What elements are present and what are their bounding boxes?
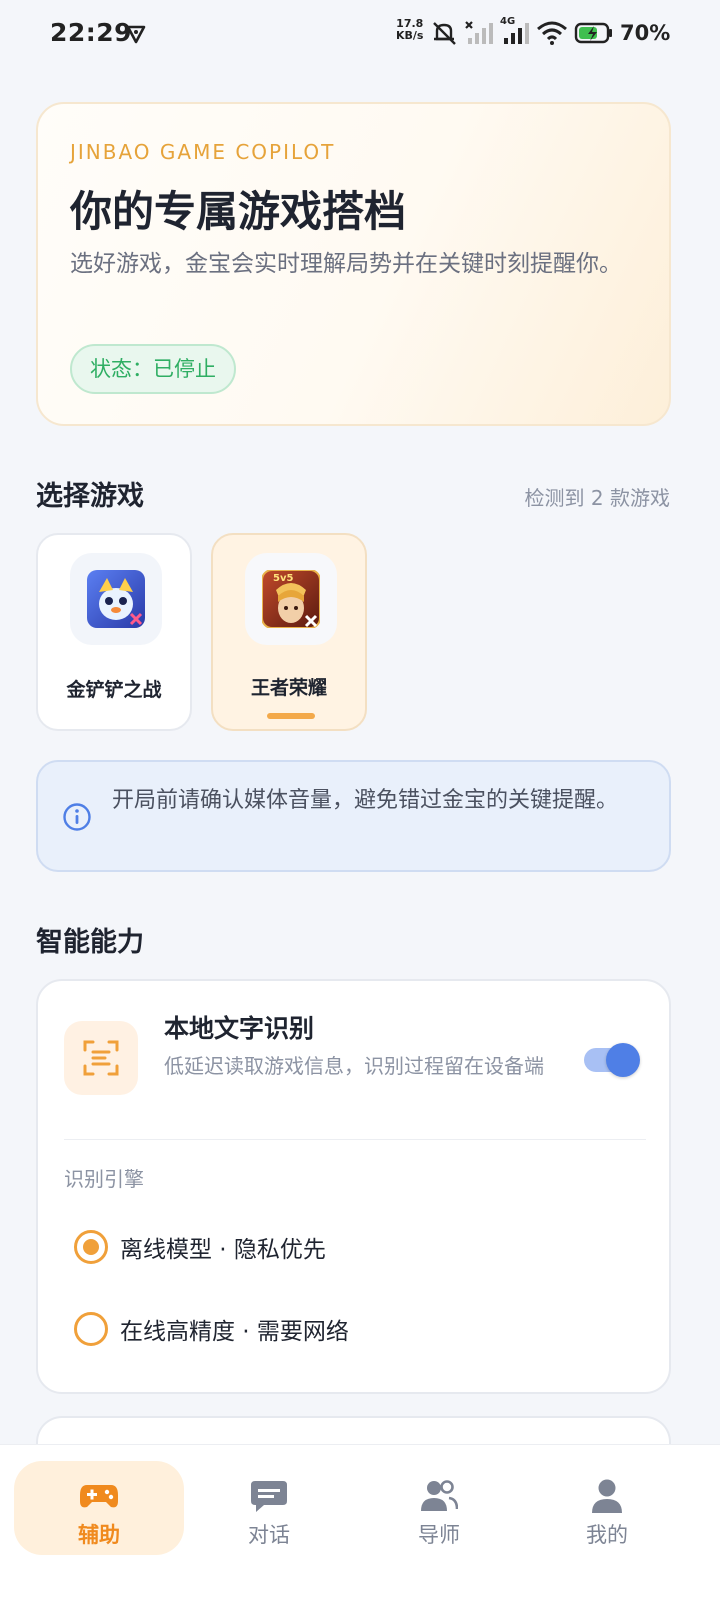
signal-1-icon (464, 20, 494, 50)
gamepad-icon (14, 1477, 184, 1515)
status-bar: 22:29 17.8 KB/s 4G 70% (0, 0, 720, 70)
game-label: 王者荣耀 (250, 677, 327, 699)
hero-eyebrow: JINBAO GAME COPILOT (70, 140, 336, 164)
status-time: 22:29 (50, 18, 133, 47)
nav-label: 导师 (418, 1523, 460, 1547)
net-speed: 17.8 KB/s (396, 17, 424, 42)
radio-unchecked-icon (74, 1312, 108, 1346)
mentor-icon (354, 1477, 524, 1515)
engine-label: 识别引擎 (64, 1167, 144, 1191)
ocr-description: 低延迟读取游戏信息，识别过程留在设备端 (164, 1054, 544, 1078)
game-card-wangzhe[interactable]: 5v5 王者荣耀 (211, 533, 367, 731)
volume-notice: 开局前请确认媒体音量，避免错过金宝的关键提醒。 (36, 760, 671, 872)
info-icon (62, 802, 92, 836)
engine-option-label: 在线高精度 · 需要网络 (120, 1319, 349, 1345)
selected-indicator (267, 713, 315, 719)
hero-title: 你的专属游戏搭档 (70, 187, 407, 236)
nav-tab-mentor[interactable]: 导师 (354, 1461, 524, 1555)
notice-text: 开局前请确认媒体音量，避免错过金宝的关键提醒。 (112, 788, 619, 813)
hero-card: JINBAO GAME COPILOT 你的专属游戏搭档 选好游戏，金宝会实时理… (36, 102, 671, 426)
nav-label: 对话 (248, 1523, 290, 1547)
capabilities-section-title: 智能能力 (36, 927, 144, 958)
nav-tab-profile[interactable]: 我的 (522, 1461, 692, 1555)
radio-checked-icon (74, 1230, 108, 1264)
mute-bell-icon (430, 20, 458, 50)
engine-option-offline[interactable]: 离线模型 · 隐私优先 (74, 1227, 326, 1267)
wifi-icon (536, 20, 568, 50)
app-screen: 22:29 17.8 KB/s 4G 70% JINBAO GAME COPIL… (0, 0, 720, 1600)
battery-icon (574, 21, 614, 49)
divider (64, 1139, 646, 1140)
game-card-jinchanchan[interactable]: 金铲铲之战 (36, 533, 192, 731)
game-icon-jinchanchan (70, 553, 162, 645)
game-icon-wangzhe: 5v5 (245, 553, 337, 645)
text-scan-icon (64, 1021, 138, 1095)
status-badge: 状态：已停止 (70, 344, 236, 394)
nav-label: 我的 (586, 1523, 628, 1547)
vpn-icon (126, 24, 146, 48)
nav-label: 辅助 (78, 1523, 120, 1547)
status-icons: 4G (430, 16, 614, 50)
ocr-title: 本地文字识别 (164, 1014, 315, 1043)
ocr-capability-card: 本地文字识别 低延迟读取游戏信息，识别过程留在设备端 识别引擎 离线模型 · 隐… (36, 979, 671, 1394)
chat-icon (184, 1477, 354, 1515)
engine-option-online[interactable]: 在线高精度 · 需要网络 (74, 1309, 349, 1349)
bottom-nav: 辅助 对话 导师 我的 (0, 1444, 720, 1600)
game-label: 金铲铲之战 (66, 679, 162, 701)
games-section-title: 选择游戏 (36, 481, 144, 512)
ocr-toggle[interactable] (584, 1043, 642, 1077)
hero-description: 选好游戏，金宝会实时理解局势并在关键时刻提醒你。 (70, 251, 622, 277)
signal-2-icon: 4G (500, 16, 530, 50)
nav-tab-assist[interactable]: 辅助 (14, 1461, 184, 1555)
battery-percent: 70% (620, 21, 671, 45)
engine-option-label: 离线模型 · 隐私优先 (120, 1237, 326, 1263)
profile-icon (522, 1477, 692, 1515)
games-detected-count: 检测到 2 款游戏 (524, 486, 670, 510)
nav-tab-chat[interactable]: 对话 (184, 1461, 354, 1555)
toggle-thumb (606, 1043, 640, 1077)
